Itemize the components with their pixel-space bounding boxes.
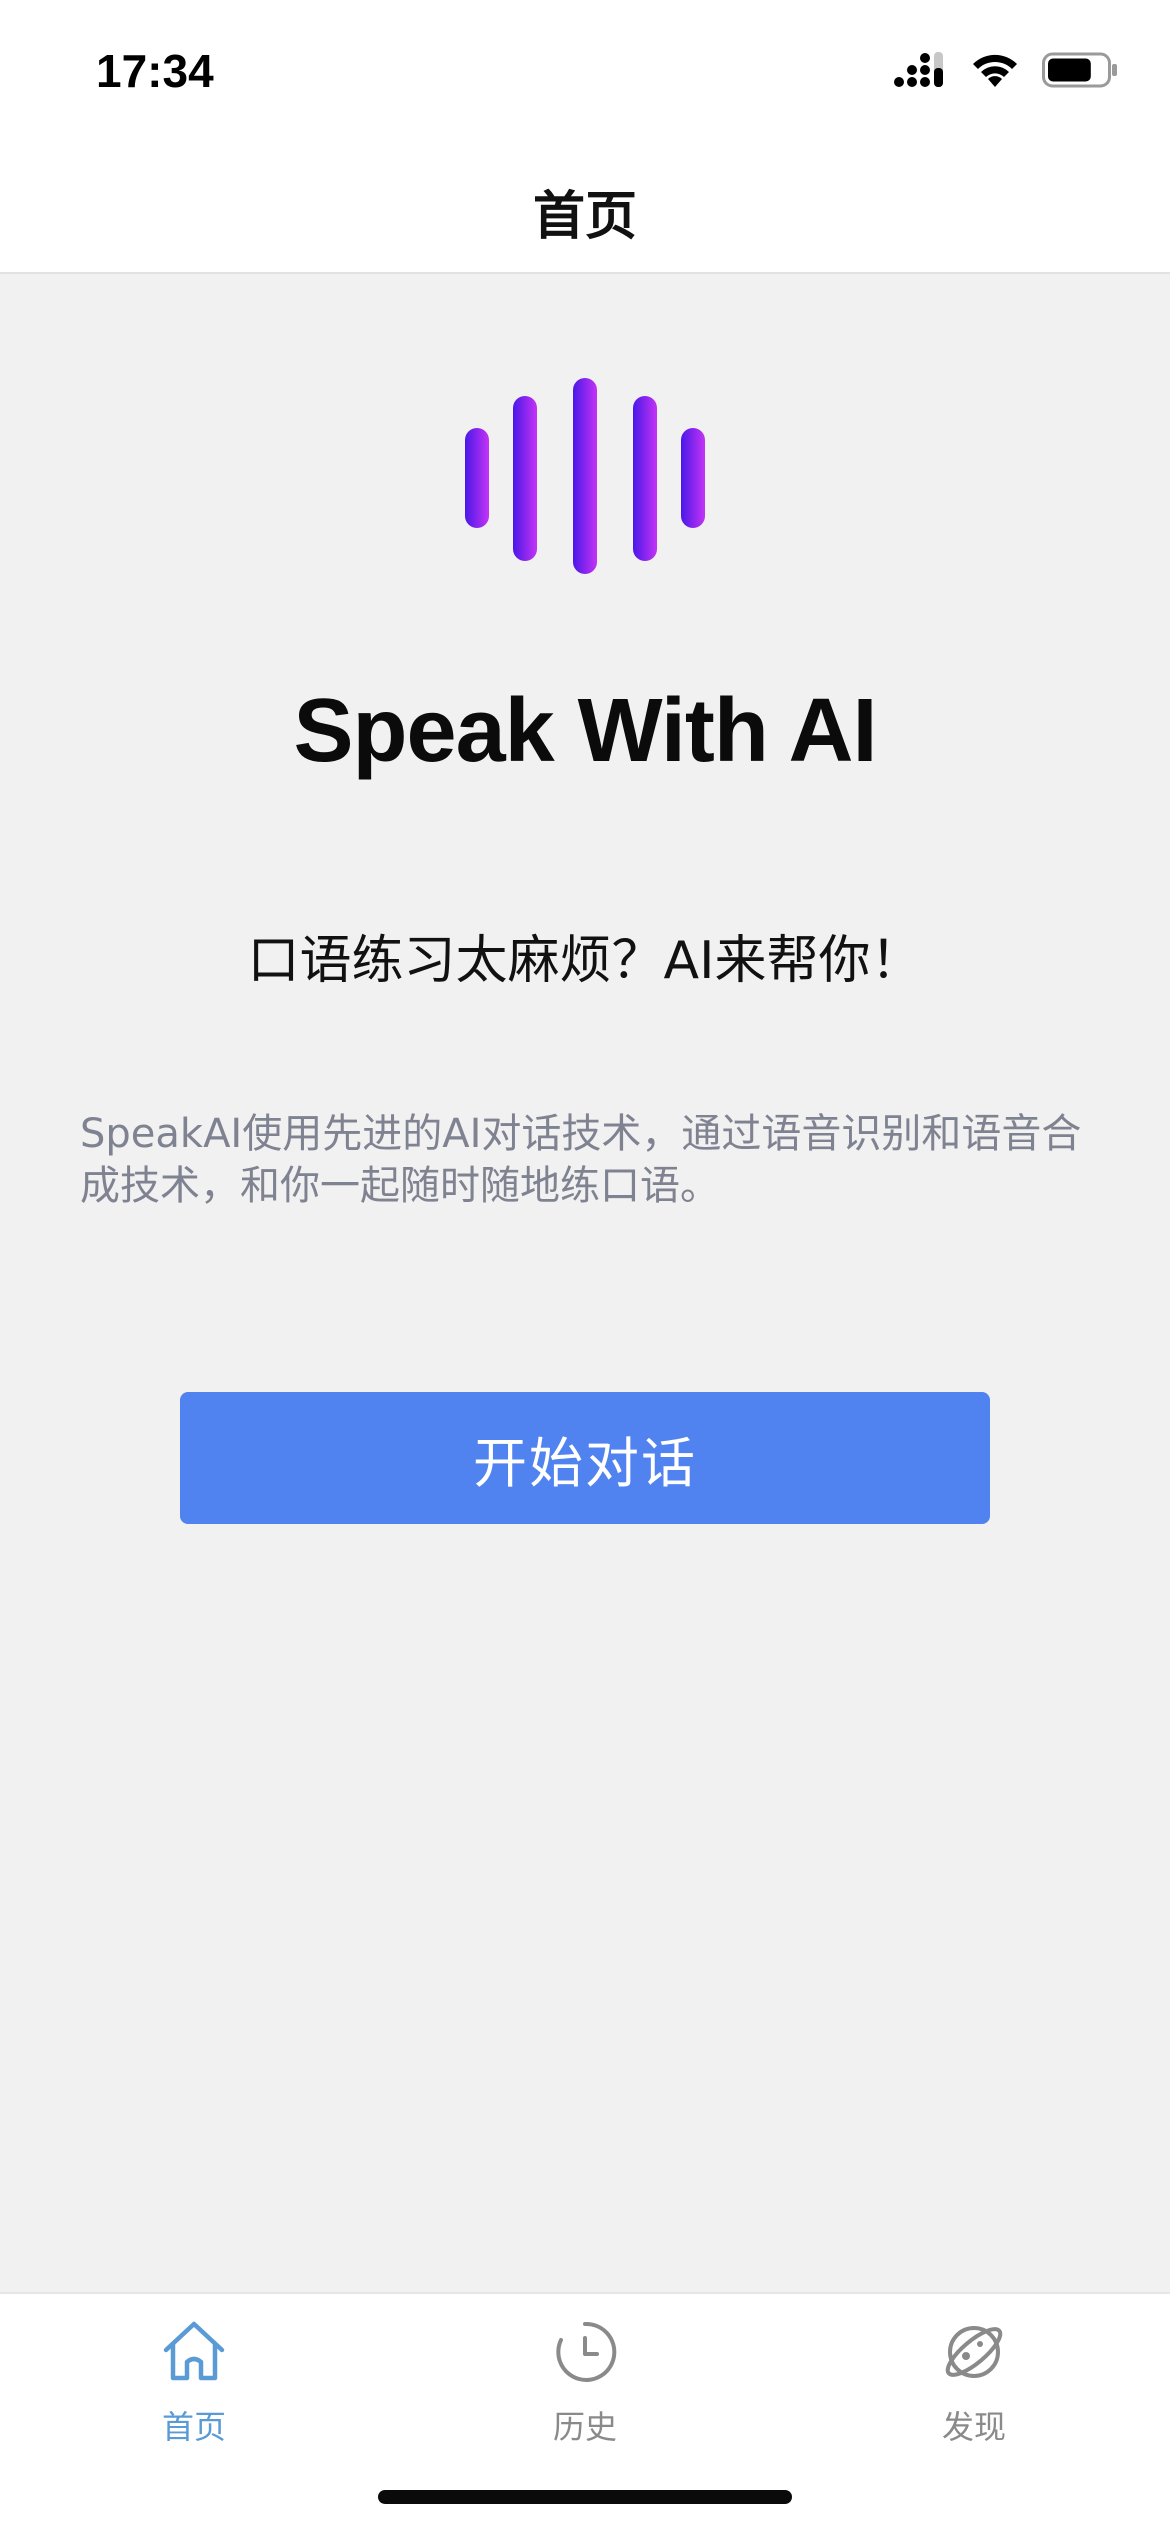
page-title: 首页 <box>532 187 637 247</box>
status-icons <box>894 52 1118 88</box>
tab-history[interactable]: 历史 <box>475 2316 695 2466</box>
tab-home-label: 首页 <box>161 2408 226 2446</box>
home-screen: 17:34 首页 Speak With AI 口语练习太麻烦？AI来帮你！ Sp… <box>0 0 1170 2532</box>
hero-subtitle: 口语练习太麻烦？AI来帮你！ <box>247 931 923 991</box>
tab-discover[interactable]: 发现 <box>864 2316 1084 2466</box>
status-time: 17:34 <box>96 45 214 97</box>
hero-title: Speak With AI <box>293 681 878 781</box>
home-indicator <box>378 2490 792 2504</box>
start-conversation-button[interactable]: 开始对话 <box>180 1392 990 1524</box>
tab-discover-label: 发现 <box>941 2408 1006 2446</box>
navigation-bar: 首页 <box>0 146 1170 274</box>
home-icon <box>163 2321 225 2381</box>
wifi-icon <box>973 54 1017 87</box>
status-bar: 17:34 <box>0 0 1170 146</box>
clock-icon <box>556 2321 617 2382</box>
tab-history-label: 历史 <box>552 2408 617 2446</box>
start-conversation-button-label: 开始对话 <box>473 1431 697 1495</box>
battery-icon <box>1042 52 1117 88</box>
voice-wave-logo-icon <box>465 378 705 574</box>
hero-description: SpeakAI使用先进的AI对话技术，通过语音识别和语音合成技术，和你一起随时随… <box>80 1111 1082 1209</box>
tab-home[interactable]: 首页 <box>84 2316 304 2466</box>
planet-icon <box>945 2326 1003 2378</box>
cellular-signal-icon <box>894 52 943 87</box>
